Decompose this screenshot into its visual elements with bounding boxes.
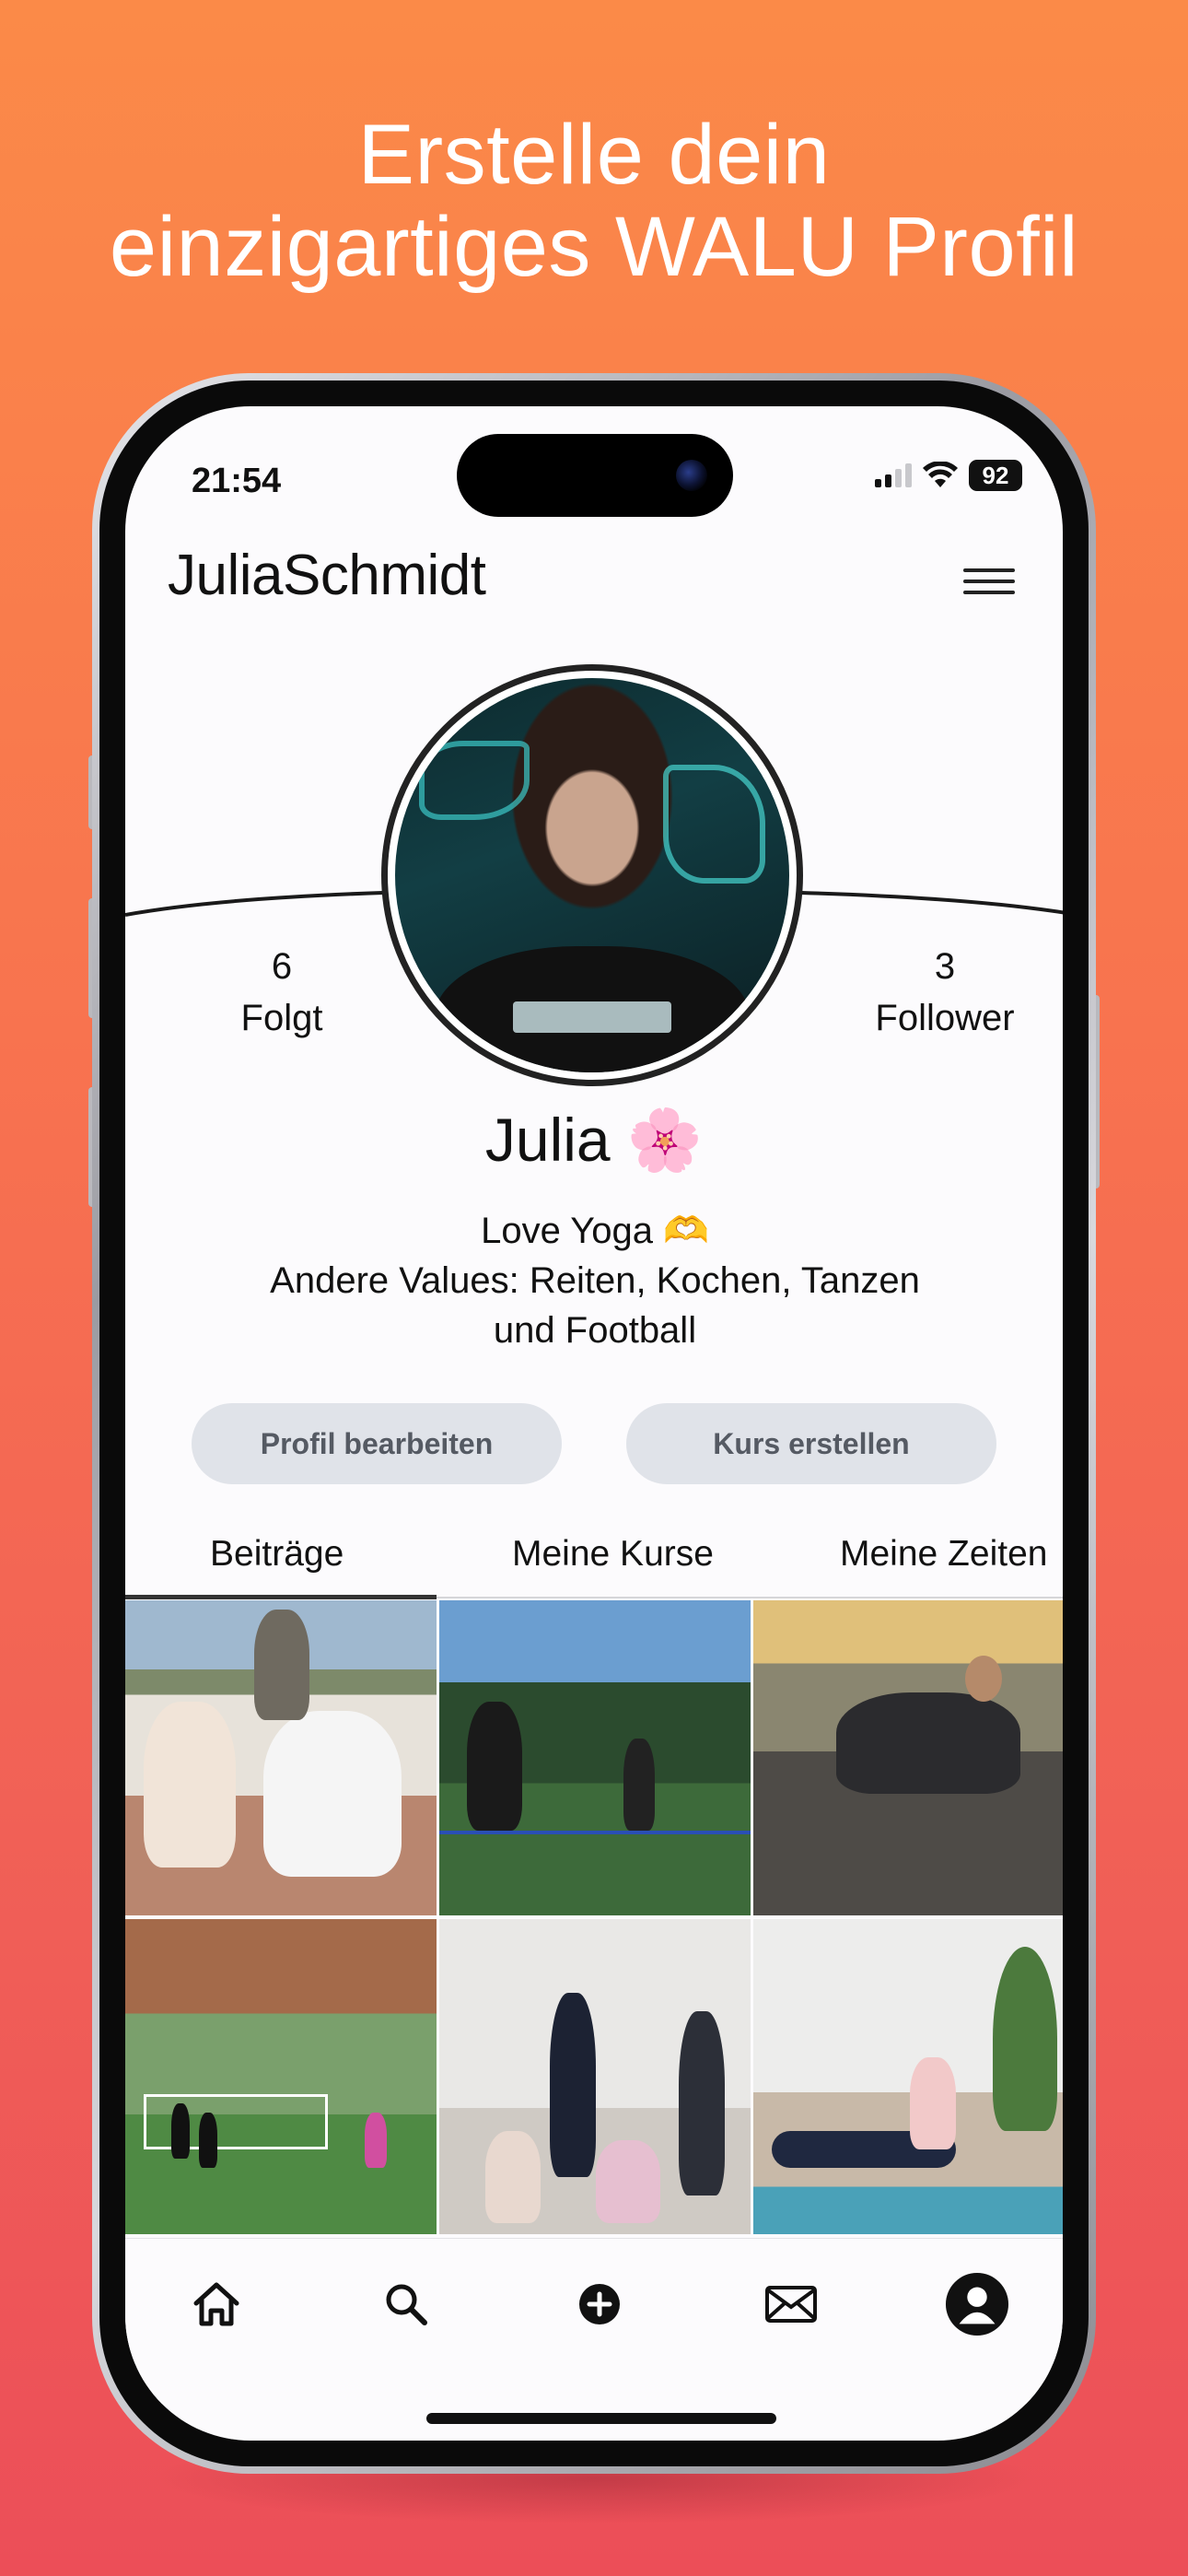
signal-icon (875, 463, 912, 487)
tab-my-courses[interactable]: Meine Kurse (512, 1534, 714, 1575)
nav-search[interactable] (374, 2272, 438, 2336)
tab-my-times[interactable]: Meine Zeiten (840, 1534, 1047, 1575)
status-indicators: 92 (875, 460, 1022, 491)
profile-bio: Love Yoga 🫶 Andere Values: Reiten, Koche… (181, 1206, 1009, 1355)
home-indicator[interactable] (426, 2413, 776, 2424)
bio-line-3: und Football (493, 1310, 697, 1351)
post-tile[interactable] (753, 1600, 1063, 1915)
posts-grid (125, 1600, 1063, 2236)
nav-home[interactable] (184, 2272, 249, 2336)
add-icon (579, 2284, 620, 2324)
follower-stat[interactable]: 3 Follower (834, 941, 1055, 1044)
phone-bezel: 21:54 92 JuliaSchmidt 6 Folgt 3 Follower… (99, 381, 1089, 2466)
edit-profile-button[interactable]: Profil bearbeiten (192, 1403, 562, 1484)
phone-screen: 21:54 92 JuliaSchmidt 6 Folgt 3 Follower… (125, 406, 1063, 2441)
nav-add[interactable] (567, 2272, 632, 2336)
mail-icon (765, 2286, 817, 2323)
wifi-icon (923, 462, 958, 487)
bio-line-2: Andere Values: Reiten, Kochen, Tanzen (270, 1260, 920, 1301)
following-count: 6 (271, 946, 293, 987)
post-tile[interactable] (125, 1919, 437, 2234)
tab-posts[interactable]: Beiträge (210, 1534, 344, 1575)
post-tile[interactable] (753, 1919, 1063, 2234)
dynamic-island (457, 434, 733, 517)
profile-icon (945, 2272, 1009, 2336)
follower-count: 3 (934, 946, 956, 987)
display-name: Julia 🌸 (484, 1106, 704, 1174)
status-time: 21:54 (192, 462, 282, 500)
home-icon (193, 2282, 239, 2326)
post-tile[interactable] (125, 1600, 437, 1915)
follower-label: Follower (875, 998, 1015, 1038)
avatar-photo (395, 678, 789, 1072)
headline-line-1: Erstelle dein (357, 108, 831, 202)
bottom-nav (125, 2238, 1063, 2404)
following-label: Folgt (240, 998, 323, 1038)
profile-tabs: Beiträge Meine Kurse Meine Zeiten (125, 1534, 1063, 1602)
battery-icon: 92 (969, 460, 1022, 491)
nav-messages[interactable] (759, 2272, 823, 2336)
nav-profile[interactable] (945, 2272, 1009, 2336)
bio-line-1: Love Yoga 🫶 (481, 1211, 709, 1251)
avatar[interactable] (381, 664, 803, 1086)
post-tile[interactable] (439, 1600, 751, 1915)
headline: Erstelle dein einzigartiges WALU Profil (0, 109, 1188, 293)
search-icon (386, 2284, 427, 2325)
headline-line-2: einzigartiges WALU Profil (109, 200, 1079, 294)
post-tile[interactable] (439, 1919, 751, 2234)
phone-frame: 21:54 92 JuliaSchmidt 6 Folgt 3 Follower… (92, 373, 1096, 2474)
camera-icon (676, 460, 707, 491)
profile-username: JuliaSchmidt (168, 544, 486, 607)
create-course-button[interactable]: Kurs erstellen (626, 1403, 996, 1484)
following-stat[interactable]: 6 Folgt (199, 941, 365, 1044)
menu-icon[interactable] (963, 568, 1015, 596)
tab-active-indicator (125, 1595, 437, 1599)
